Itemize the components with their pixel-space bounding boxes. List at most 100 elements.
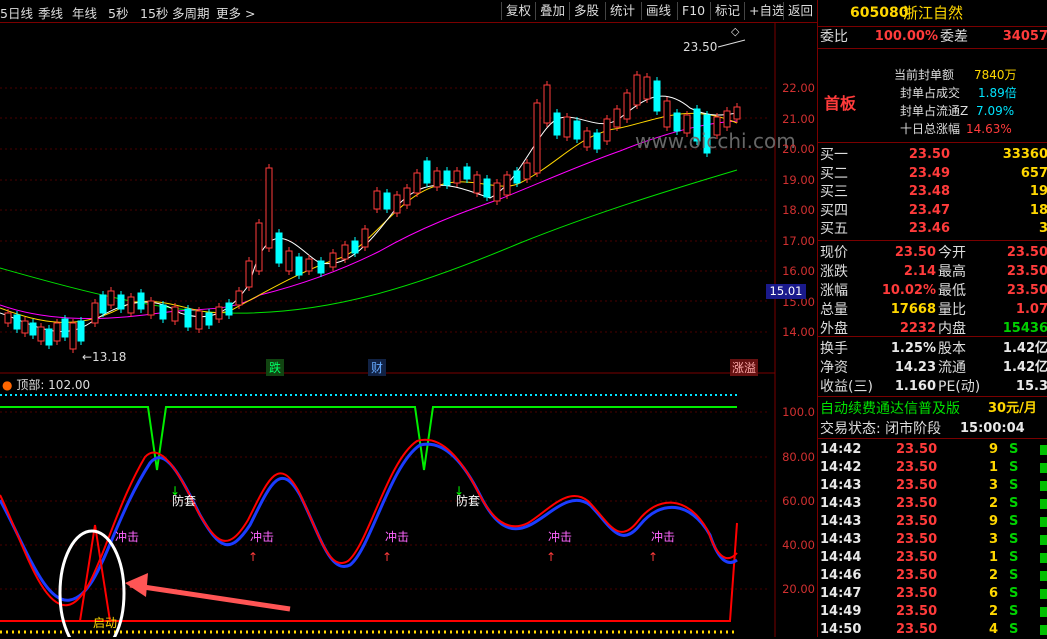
candle <box>4 312 12 324</box>
trade-side: S <box>1009 622 1019 637</box>
event-label-fall[interactable]: 跌 <box>266 359 285 376</box>
osc-annotation-chongji-3: 冲击 <box>385 529 409 544</box>
trade-volume: 2 <box>988 568 998 583</box>
stat-value: 1.42亿 <box>1002 360 1047 375</box>
svg-text:↑: ↑ <box>648 550 658 564</box>
bid-row[interactable]: 买一 23.50 33360 <box>818 146 1047 164</box>
stat-label: 股本 <box>938 341 966 357</box>
bid-row[interactable]: 买五 23.46 3 <box>818 220 1047 238</box>
multi-stock-button[interactable]: 多股 <box>569 2 603 20</box>
tab-multi-period[interactable]: 多周期 <box>172 3 210 22</box>
tab-ma5[interactable]: 5日线 <box>0 3 33 22</box>
trade-volume: 1 <box>988 460 998 475</box>
trade-volume: 2 <box>988 496 998 511</box>
draw-line-button[interactable]: 画线 <box>641 2 675 20</box>
bid-row[interactable]: 买四 23.47 18 <box>818 202 1047 220</box>
candle <box>107 290 115 306</box>
trade-row: 14:43 23.50 9 S <box>818 513 1047 531</box>
overlay-button[interactable]: 叠加 <box>535 2 569 20</box>
trade-volume: 6 <box>988 586 998 601</box>
tab-15sec[interactable]: 15秒 <box>140 3 168 22</box>
limit-stat-row-1: 当前封单额 7840万 <box>818 66 1047 84</box>
limit-stat-row-3: 封单占流通Z 7.09% <box>818 102 1047 120</box>
price-label-14: 14.00 <box>782 325 815 339</box>
stat-value: 23.50 <box>1006 245 1047 260</box>
limit-stat-label: 封单占成交 <box>900 86 961 100</box>
candle <box>533 102 541 174</box>
add-favorite-button[interactable]: +自选 <box>744 2 788 20</box>
candle <box>305 258 313 272</box>
candle <box>653 80 661 112</box>
limit-stat-value: 7.09% <box>976 104 1015 118</box>
bid-volume: 3 <box>1038 221 1047 236</box>
tab-5sec[interactable]: 5秒 <box>108 3 128 22</box>
candle <box>523 162 531 180</box>
trade-volume: 9 <box>988 514 998 529</box>
trade-marker <box>1040 571 1047 581</box>
price-label-16: 16.00 <box>782 264 815 278</box>
candle <box>361 228 369 248</box>
promo-text[interactable]: 自动续费通达信普及版 <box>820 400 960 418</box>
osc-level-40: 40.00 <box>782 538 815 552</box>
statistics-button[interactable]: 统计 <box>605 2 639 20</box>
price-label-22: 22.00 <box>782 81 815 95</box>
promo-row[interactable]: 自动续费通达信普及版 30元/月 <box>818 400 1047 418</box>
svg-text:↓: ↓ <box>454 484 464 498</box>
tab-year-line[interactable]: 年线 <box>72 3 97 22</box>
stat-label: PE(动) <box>938 379 981 395</box>
stat-row: 总量 17668 量比 1.07 <box>818 301 1047 319</box>
trade-time: 14:43 <box>820 478 862 493</box>
limit-stat-label: 封单占流通Z <box>900 104 969 118</box>
trade-row: 14:47 23.50 6 S <box>818 585 1047 603</box>
fuquan-button[interactable]: 复权 <box>501 2 535 20</box>
chart-area[interactable]: 23.50 ◇ ←13.18 www.oicchi.com 22.00 21.0… <box>0 23 817 637</box>
watermark: www.oicchi.com <box>635 129 796 153</box>
trade-time: 14:42 <box>820 442 862 457</box>
stock-header[interactable]: 605080 浙江自然 <box>818 4 1047 22</box>
event-label-finance[interactable]: 财 <box>368 359 387 376</box>
trade-marker <box>1040 481 1047 491</box>
candle <box>433 170 441 188</box>
trade-side: S <box>1009 460 1019 475</box>
low-marker-label: ←13.18 <box>82 350 126 364</box>
bid-volume: 33360 <box>1002 147 1047 162</box>
oscillator-chart[interactable]: 冲击 冲击 冲击 冲击 冲击 防套 防套 ↓ ↓ ↑ ↑ ↑ ↑ 启动 <box>0 375 775 637</box>
stat-row: 涨跌 2.14 最高 23.50 <box>818 263 1047 281</box>
trade-marker <box>1040 535 1047 545</box>
bid-price: 23.46 <box>908 221 950 236</box>
back-button[interactable]: 返回 <box>783 2 817 20</box>
candle <box>205 312 213 326</box>
trade-volume: 1 <box>988 550 998 565</box>
bid-price: 23.47 <box>908 202 950 218</box>
candle <box>403 187 411 206</box>
trade-price: 23.50 <box>896 442 938 457</box>
candle <box>573 120 581 140</box>
trade-time: 14:42 <box>820 460 862 475</box>
stat-row: 现价 23.50 今开 23.50 <box>818 244 1047 262</box>
candle <box>29 322 37 336</box>
event-label-limit[interactable]: 涨溢 <box>730 359 759 376</box>
f10-button[interactable]: F10 <box>677 2 709 20</box>
mark-button[interactable]: 标记 <box>710 2 744 20</box>
trade-time: 14:44 <box>820 550 862 565</box>
stat-row: 净资 14.23 流通 1.42亿 <box>818 359 1047 377</box>
trade-price: 23.50 <box>896 586 938 601</box>
trade-side: S <box>1009 514 1019 529</box>
bid-row[interactable]: 买二 23.49 657 <box>818 165 1047 183</box>
candle <box>45 328 53 346</box>
candle <box>184 308 192 328</box>
bid-volume: 18 <box>1029 202 1047 218</box>
tab-quarter-line[interactable]: 季线 <box>38 3 63 22</box>
candle <box>69 322 77 350</box>
promo-price[interactable]: 30元/月 <box>988 400 1037 418</box>
candle <box>351 240 359 254</box>
weibi-row: 委比 100.00% 委差 34057 <box>818 28 1047 46</box>
stock-name: 浙江自然 <box>903 4 964 22</box>
candle <box>623 92 631 120</box>
svg-text:↑: ↑ <box>546 550 556 564</box>
candle <box>593 132 601 150</box>
trade-time: 14:47 <box>820 586 862 601</box>
bid-row[interactable]: 买三 23.48 19 <box>818 183 1047 201</box>
candle <box>99 294 107 314</box>
more-menu-button[interactable]: 更多 > <box>216 3 255 22</box>
